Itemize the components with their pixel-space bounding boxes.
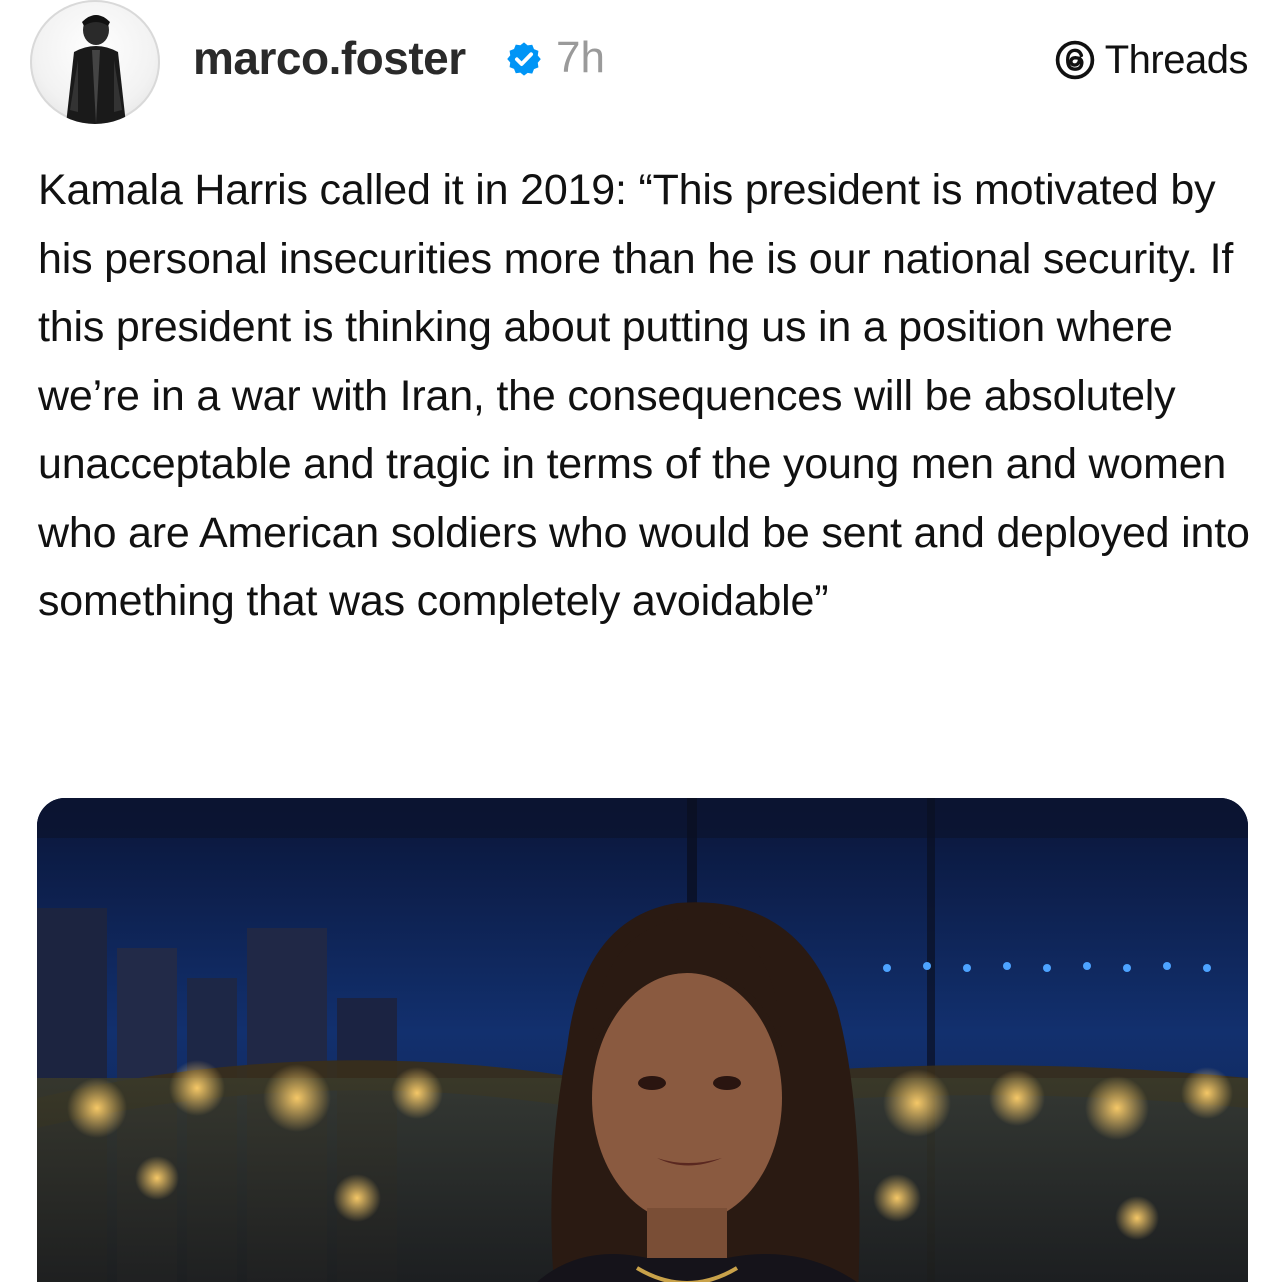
- media-photo: [37, 798, 1248, 1282]
- post-media-image[interactable]: [37, 798, 1248, 1282]
- threads-logo-icon: [1055, 40, 1094, 80]
- post-header: marco.foster 7h Threads: [0, 0, 1282, 130]
- avatar-photo: [66, 15, 126, 124]
- threads-brand[interactable]: Threads: [1053, 36, 1249, 84]
- post-body: Kamala Harris called it in 2019: “This p…: [38, 166, 1250, 625]
- avatar[interactable]: [30, 0, 160, 124]
- threads-label: Threads: [1104, 37, 1249, 82]
- author-username[interactable]: marco.foster: [193, 30, 466, 86]
- post-timestamp: 7h: [556, 33, 605, 82]
- verified-badge-icon: [507, 42, 541, 76]
